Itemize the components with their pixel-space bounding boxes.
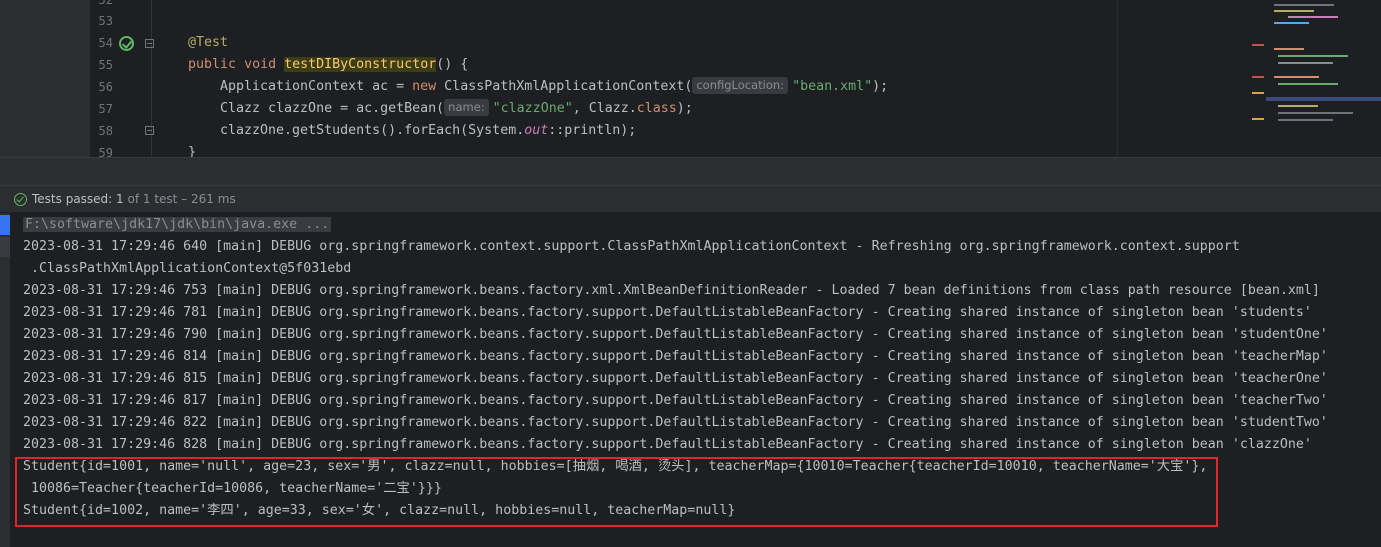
line-number: 57: [98, 102, 113, 116]
line-number: 59: [98, 146, 113, 157]
keyword: public: [188, 57, 237, 72]
test-status-text: Tests passed: 1 of 1 test – 261 ms: [32, 186, 236, 213]
code-line-56: Clazz clazzOne = ac.getBean(name: "clazzO…: [0, 76, 693, 116]
code-text: );: [872, 79, 889, 94]
status-total: of 1 test: [127, 192, 178, 206]
string-literal: "clazzOne": [492, 101, 573, 116]
run-test-icon[interactable]: [119, 36, 134, 51]
line-number: 54: [98, 36, 113, 50]
code-text: ClassPathXmlApplicationContext(: [436, 79, 693, 94]
param-hint: name:: [444, 99, 489, 116]
code-text: Clazz clazzOne = ac.getBean(: [220, 101, 445, 116]
string-literal: "bean.xml": [792, 79, 873, 94]
console-line: 2023-08-31 17:29:46 640 [main] DEBUG org…: [23, 239, 1240, 254]
keyword: new: [412, 79, 437, 94]
passed-count: 1: [116, 192, 124, 206]
console-line: 2023-08-31 17:29:46 753 [main] DEBUG org…: [23, 283, 1320, 298]
method-name: testDIByConstructor: [284, 57, 437, 72]
line-number: 53: [98, 14, 113, 28]
console-line: 2023-08-31 17:29:46 815 [main] DEBUG org…: [23, 371, 1328, 386]
console-line: 2023-08-31 17:29:46 781 [main] DEBUG org…: [23, 305, 1312, 320]
console-side-toolbar: [0, 213, 10, 547]
code-text: , Clazz.: [572, 101, 637, 116]
code-text: ::println);: [548, 123, 637, 138]
keyword: void: [244, 57, 277, 72]
status-duration: – 261 ms: [181, 192, 236, 206]
line-number: 56: [98, 80, 113, 94]
fold-icon[interactable]: [145, 39, 154, 48]
status-label: Tests passed:: [32, 192, 113, 206]
param-hint: configLocation:: [692, 77, 789, 94]
code-line-58: }: [0, 120, 196, 157]
command-line[interactable]: F:\software\jdk17\jdk\bin\java.exe ...: [23, 217, 332, 232]
console-line: 2023-08-31 17:29:46 790 [main] DEBUG org…: [23, 327, 1328, 342]
console-side-tab[interactable]: [0, 215, 10, 235]
code-line-54: public void testDIByConstructor() {: [0, 32, 468, 72]
field-out: out: [524, 123, 549, 138]
fold-icon[interactable]: [145, 126, 154, 135]
line-number: 58: [98, 124, 113, 138]
keyword: class: [636, 101, 677, 116]
code-editor[interactable]: 52 53 54 55 56 57 58 59 @Test public voi…: [0, 0, 1381, 157]
code-text: () {: [436, 57, 469, 72]
console-line: 2023-08-31 17:29:46 822 [main] DEBUG org…: [23, 415, 1328, 430]
code-text: ApplicationContext ac =: [220, 79, 413, 94]
line-number: 55: [98, 58, 113, 72]
annotation-text: @Test: [188, 35, 229, 50]
code-line-53: @Test: [0, 10, 228, 50]
console-line: .ClassPathXmlApplicationContext@5f031ebd: [23, 261, 352, 276]
highlight-box: [15, 457, 1218, 527]
code-line-57: clazzOne.getStudents().forEach(System.ou…: [0, 98, 636, 138]
panel-divider[interactable]: [0, 157, 1381, 185]
code-text: clazzOne.getStudents().forEach(System.: [220, 123, 525, 138]
editor-minimap[interactable]: [1117, 0, 1381, 157]
console-side-tab[interactable]: [0, 237, 10, 257]
console-line: 2023-08-31 17:29:46 814 [main] DEBUG org…: [23, 349, 1328, 364]
console-line: 2023-08-31 17:29:46 828 [main] DEBUG org…: [23, 437, 1312, 452]
code-text: );: [676, 101, 693, 116]
console-line: 2023-08-31 17:29:46 817 [main] DEBUG org…: [23, 393, 1328, 408]
code-text: }: [188, 145, 197, 157]
code-line-55: ApplicationContext ac = new ClassPathXml…: [0, 54, 888, 94]
run-console[interactable]: F:\software\jdk17\jdk\bin\java.exe ... 2…: [0, 213, 1381, 547]
console-line: F:\software\jdk17\jdk\bin\java.exe ...: [23, 214, 332, 236]
test-status-bar: Tests passed: 1 of 1 test – 261 ms: [0, 185, 1381, 213]
check-icon: [14, 193, 27, 206]
